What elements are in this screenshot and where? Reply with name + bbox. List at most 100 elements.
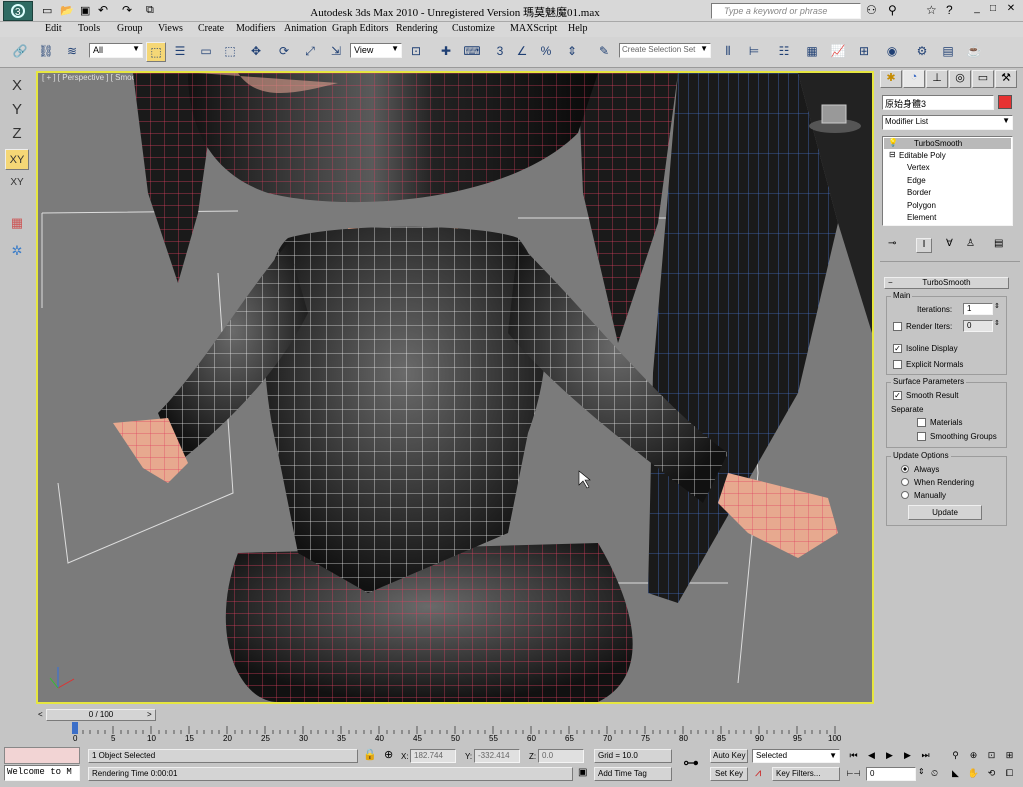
reactor-icon[interactable]: ▦ — [5, 212, 29, 233]
show-end-result-icon[interactable]: I — [916, 238, 932, 253]
particle-flow-icon[interactable]: ✲ — [5, 240, 29, 261]
always-radio[interactable] — [901, 465, 909, 473]
stack-item-vertex[interactable]: Vertex — [907, 163, 930, 172]
window-crossing-icon[interactable]: ⬚ — [220, 42, 240, 62]
when-rendering-radio[interactable] — [901, 478, 909, 486]
menu-modifiers[interactable]: Modifiers — [236, 23, 275, 34]
minimize-button[interactable]: _ — [970, 3, 984, 17]
pivot-center-icon[interactable]: ⊡ — [406, 42, 426, 62]
open-file-icon[interactable]: 📂 — [60, 4, 74, 17]
spinner-arrows-icon[interactable]: ⇕ — [918, 767, 925, 776]
zoom-extents-all-icon[interactable]: ⊞ — [1002, 749, 1017, 763]
default-tangent-icon[interactable]: ⩘ — [755, 767, 761, 780]
make-unique-icon[interactable]: ∀ — [946, 238, 953, 249]
align-icon[interactable]: ⊨ — [744, 42, 764, 62]
expand-box-icon[interactable]: ⊟ — [889, 150, 896, 159]
menu-maxscript[interactable]: MAXScript — [510, 23, 557, 34]
perspective-viewport[interactable]: [ + ] [ Perspective ] [ Smooth + Highlig… — [36, 71, 874, 704]
render-iters-checkbox[interactable] — [893, 322, 902, 331]
key-mode-dropdown[interactable]: Selected ▼ — [752, 749, 840, 763]
play-icon[interactable]: ▶ — [882, 749, 897, 763]
scale-icon[interactable]: ⇲ — [326, 42, 346, 62]
snaps-toggle-icon[interactable]: 3 — [490, 42, 510, 62]
time-slider-thumb[interactable]: 0 / 100 — [46, 709, 156, 721]
new-file-icon[interactable]: ▭ — [42, 4, 52, 17]
key-mode-toggle-icon[interactable]: ⊢⊣ — [846, 767, 861, 781]
app-logo-icon[interactable]: 3 — [3, 1, 33, 21]
absolute-mode-icon[interactable]: ⊕ — [384, 748, 393, 761]
stack-item-edge[interactable]: Edge — [907, 176, 926, 185]
menu-customize[interactable]: Customize — [452, 23, 495, 34]
rollout-turbosmooth-header[interactable]: − TurboSmooth — [884, 277, 1009, 289]
constrain-xy-lock-button[interactable]: XY — [5, 172, 29, 193]
modifier-list-dropdown[interactable]: Modifier List ▼ — [882, 115, 1013, 130]
reference-coordinate-dropdown[interactable]: View ▼ — [350, 43, 402, 58]
pin-stack-icon[interactable]: ⊸ — [888, 238, 896, 249]
render-iters-spinner[interactable]: 0 — [963, 320, 993, 332]
previous-frame-icon[interactable]: ◀ — [864, 749, 879, 763]
materials-checkbox[interactable] — [917, 418, 926, 427]
smoothing-groups-checkbox[interactable] — [917, 432, 926, 441]
menu-animation[interactable]: Animation — [284, 23, 327, 34]
schematic-view-icon[interactable]: ⊞ — [854, 42, 874, 62]
current-frame-field[interactable]: 0 — [866, 767, 916, 781]
menu-edit[interactable]: Edit — [45, 23, 62, 34]
selection-lock-icon[interactable]: 🔒 — [363, 748, 377, 761]
time-configuration-icon[interactable]: ⏲ — [927, 767, 942, 781]
bind-space-warp-icon[interactable]: ≋ — [62, 42, 82, 62]
menu-tools[interactable]: Tools — [78, 23, 100, 34]
orbit-icon[interactable]: ⟲ — [984, 767, 999, 781]
zoom-all-icon[interactable]: ⊕ — [966, 749, 981, 763]
field-of-view-icon[interactable]: ◣ — [948, 767, 963, 781]
unlink-icon[interactable]: ⛓ — [36, 42, 56, 62]
help-icon[interactable]: ? — [946, 3, 953, 17]
motion-tab-icon[interactable]: ◎ — [949, 70, 971, 88]
x-coordinate-field[interactable]: 182.744 — [410, 749, 456, 763]
redo-icon[interactable]: ↷ — [122, 3, 132, 17]
binoculars-icon[interactable]: ⚇ — [866, 3, 877, 17]
selection-filter-dropdown[interactable]: All ▼ — [89, 43, 143, 58]
menu-create[interactable]: Create — [198, 23, 224, 34]
curve-editor-icon[interactable]: 📈 — [828, 42, 848, 62]
z-coordinate-field[interactable]: 0.0 — [538, 749, 584, 763]
timeline-ruler[interactable]: 0 5 10 15 20 25 30 35 40 45 50 55 60 65 … — [70, 722, 845, 746]
select-object-icon[interactable]: ⬚ — [146, 42, 166, 62]
hierarchy-tab-icon[interactable]: ⊥ — [926, 70, 948, 88]
constrain-y-button[interactable]: Y — [5, 99, 29, 120]
save-file-icon[interactable]: ▣ — [80, 4, 90, 17]
time-slider-left-arrow-icon[interactable]: < — [38, 710, 43, 719]
render-production-icon[interactable]: ☕ — [964, 42, 984, 62]
modify-tab-icon[interactable]: ◔ — [903, 70, 925, 88]
maximize-viewport-icon[interactable]: ⧠ — [1002, 767, 1017, 781]
favorites-star-icon[interactable]: ☆ — [926, 3, 937, 17]
time-tag-icon[interactable]: ▣ — [578, 767, 587, 778]
go-to-start-icon[interactable]: ⏮ — [846, 749, 861, 763]
menu-graph-editors[interactable]: Graph Editors — [332, 23, 388, 34]
layer-manager-icon[interactable]: ☷ — [774, 42, 794, 62]
remove-modifier-icon[interactable]: ♙ — [966, 238, 975, 249]
object-color-swatch[interactable] — [998, 95, 1012, 109]
create-tab-icon[interactable]: ✱ — [880, 70, 902, 88]
graphite-modeling-icon[interactable]: ▦ — [802, 42, 822, 62]
stack-item-editable-poly[interactable]: Editable Poly — [899, 151, 946, 160]
set-key-icon[interactable]: ⊶ — [683, 753, 699, 773]
constrain-z-button[interactable]: Z — [5, 123, 29, 144]
object-name-field[interactable]: 原始身體3 — [882, 95, 994, 110]
undo-icon[interactable]: ↶ — [98, 3, 108, 17]
iterations-spinner[interactable]: 1 — [963, 303, 993, 315]
menu-group[interactable]: Group — [117, 23, 143, 34]
next-frame-icon[interactable]: ▶ — [900, 749, 915, 763]
add-time-tag-button[interactable]: Add Time Tag — [594, 767, 672, 781]
zoom-extents-icon[interactable]: ⊡ — [984, 749, 999, 763]
close-button[interactable]: ✕ — [1004, 3, 1018, 17]
select-and-move-icon[interactable]: ✥ — [246, 42, 266, 62]
material-editor-icon[interactable]: ◉ — [882, 42, 902, 62]
lightbulb-icon[interactable]: 💡 — [888, 138, 898, 147]
percent-snap-icon[interactable]: % — [536, 42, 556, 62]
zoom-icon[interactable]: ⚲ — [948, 749, 963, 763]
display-tab-icon[interactable]: ▭ — [972, 70, 994, 88]
menu-views[interactable]: Views — [158, 23, 183, 34]
update-button[interactable]: Update — [908, 505, 982, 520]
stack-item-border[interactable]: Border — [907, 188, 931, 197]
pan-view-icon[interactable]: ✋ — [966, 767, 981, 781]
